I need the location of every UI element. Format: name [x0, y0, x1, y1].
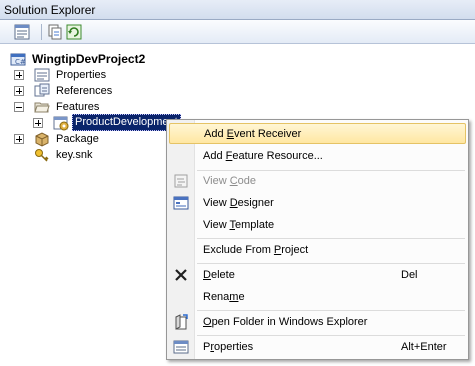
- project-name: WingtipDevProject2: [32, 52, 146, 66]
- tree-item-label: Package: [56, 133, 99, 145]
- menu-item-label: View Template: [203, 219, 275, 231]
- menu-separator: [197, 310, 465, 311]
- expand-toggle[interactable]: [14, 70, 24, 80]
- properties-folder-icon: [34, 68, 50, 82]
- collapse-toggle[interactable]: [14, 102, 24, 112]
- menu-item-view-code[interactable]: View Code: [169, 171, 466, 192]
- expand-toggle[interactable]: [14, 86, 24, 96]
- context-menu: Add Event Receiver Add Feature Resource.…: [166, 119, 469, 360]
- svg-text:C#: C#: [15, 58, 26, 66]
- tree-item-label: References: [56, 85, 113, 97]
- menu-item-shortcut: Alt+Enter: [401, 341, 447, 353]
- title-bar: Solution Explorer: [0, 0, 475, 20]
- menu-item-properties[interactable]: Properties Alt+Enter: [169, 337, 466, 358]
- menu-separator: [197, 238, 465, 239]
- delete-icon: [175, 269, 187, 281]
- menu-separator: [197, 335, 465, 336]
- menu-item-add-feature-resource[interactable]: Add Feature Resource...: [169, 146, 466, 167]
- tree-item-label: ProductDevelopment: [72, 114, 181, 131]
- properties-icon: [173, 340, 189, 354]
- toolbar-separator: [41, 24, 42, 40]
- menu-item-label: Properties: [203, 341, 254, 353]
- feature-icon: [53, 116, 69, 131]
- menu-item-delete[interactable]: Delete Del: [169, 265, 466, 286]
- open-folder-icon: [175, 314, 188, 330]
- menu-separator: [197, 263, 465, 264]
- project-icon: C#: [10, 53, 26, 66]
- view-designer-icon: [173, 196, 189, 210]
- tree-item-label: Features: [56, 101, 100, 113]
- menu-item-label: Exclude From Project: [203, 244, 309, 256]
- menu-item-shortcut: Del: [401, 269, 418, 281]
- references-icon: [34, 83, 50, 97]
- menu-item-view-designer[interactable]: View Designer: [169, 193, 466, 214]
- properties-icon[interactable]: [14, 24, 30, 40]
- key-icon: [35, 149, 49, 162]
- menu-item-label: View Designer: [203, 197, 274, 209]
- menu-item-label: Add Event Receiver: [204, 128, 302, 140]
- menu-item-open-folder-in-windows-explorer[interactable]: Open Folder in Windows Explorer: [169, 312, 466, 333]
- expand-toggle[interactable]: [33, 118, 43, 128]
- menu-item-label: Rename: [203, 291, 245, 303]
- window-title: Solution Explorer: [4, 3, 96, 17]
- menu-item-label: View Code: [203, 175, 257, 187]
- menu-item-label: Open Folder in Windows Explorer: [203, 316, 368, 328]
- view-code-icon: [174, 174, 188, 188]
- refresh-icon[interactable]: [66, 24, 82, 40]
- menu-item-exclude-from-project[interactable]: Exclude From Project: [169, 240, 466, 261]
- package-icon: [35, 132, 49, 147]
- menu-item-view-template[interactable]: View Template: [169, 215, 466, 236]
- menu-item-label: Delete: [203, 269, 235, 281]
- menu-item-rename[interactable]: Rename: [169, 287, 466, 308]
- folder-open-icon: [34, 102, 50, 113]
- menu-item-add-event-receiver[interactable]: Add Event Receiver: [169, 123, 466, 144]
- expand-toggle[interactable]: [14, 134, 24, 144]
- tree-item-label: Properties: [56, 69, 107, 81]
- toolbar: [0, 20, 475, 44]
- tree-item-label: key.snk: [56, 149, 93, 161]
- show-all-files-icon[interactable]: [47, 24, 63, 40]
- menu-item-label: Add Feature Resource...: [203, 150, 323, 162]
